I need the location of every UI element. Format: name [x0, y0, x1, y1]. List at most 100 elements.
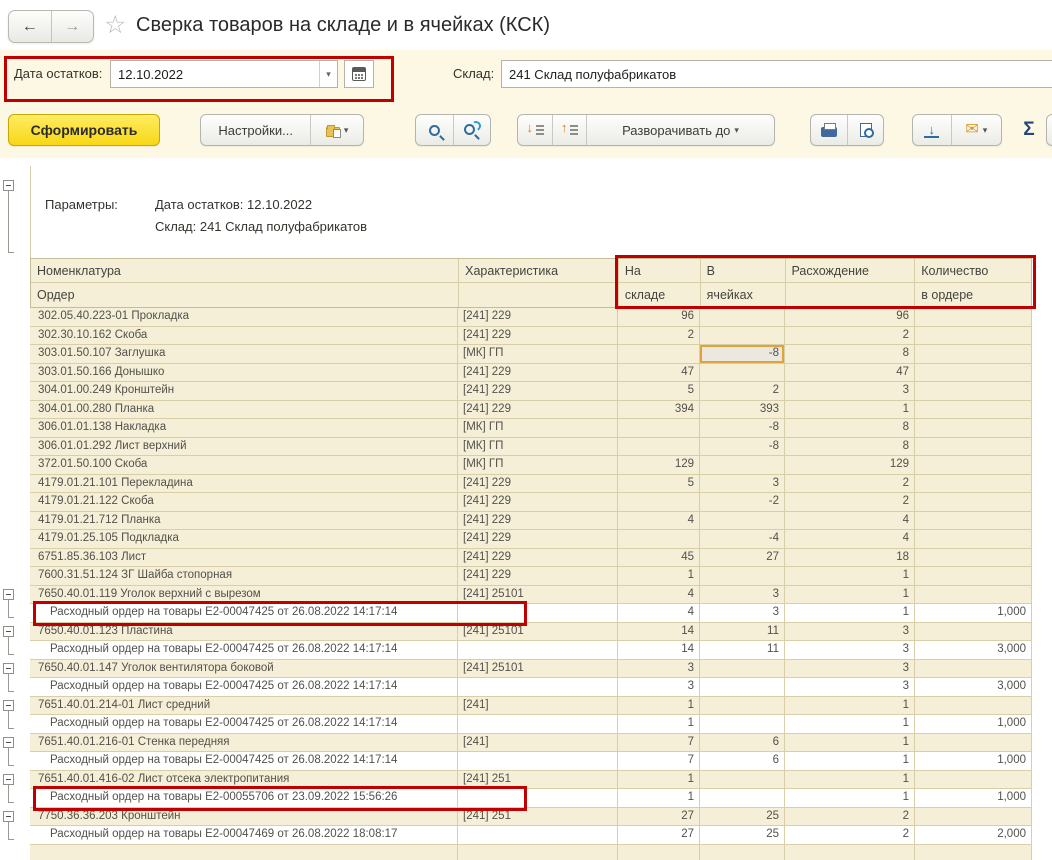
nomenclature-row[interactable]: 7650.40.01.147 Уголок вентилятора боково… — [30, 660, 1032, 679]
cell-char[interactable]: [241] — [458, 734, 618, 753]
cell-name[interactable]: 4179.01.21.101 Перекладина — [30, 475, 458, 494]
cell-qty[interactable] — [915, 808, 1032, 827]
cell-qty[interactable] — [915, 475, 1032, 494]
cell-char[interactable]: [241] 229 — [458, 475, 618, 494]
cell-qty[interactable] — [915, 845, 1032, 860]
nomenclature-row[interactable]: 7600.31.51.124 ЗГ Шайба стопорная[241] 2… — [30, 567, 1032, 586]
cell-cells[interactable]: 2 — [700, 382, 785, 401]
cell-char[interactable]: [241] 229 — [458, 549, 618, 568]
cell-name[interactable]: 303.01.50.107 Заглушка — [30, 345, 458, 364]
cell-qty[interactable] — [915, 456, 1032, 475]
settings-button[interactable]: Настройки... — [201, 115, 310, 145]
cell-qty[interactable] — [915, 327, 1032, 346]
cell-char[interactable] — [458, 641, 618, 660]
nomenclature-row[interactable]: 7651.40.01.416-02 Лист отсека электропит… — [30, 771, 1032, 790]
generate-button[interactable]: Сформировать — [8, 114, 160, 146]
cell-diff[interactable]: 1 — [785, 734, 915, 753]
cell-char[interactable]: [241] — [458, 697, 618, 716]
cell-diff[interactable]: 3 — [785, 678, 915, 697]
back-button[interactable]: ← — [9, 11, 52, 42]
column-header-characteristic[interactable]: Характеристика — [458, 259, 618, 282]
cell-diff[interactable]: 96 — [785, 308, 915, 327]
cell-cells[interactable]: -4 — [700, 530, 785, 549]
cell-name[interactable]: 7750.36.36.203 Кронштейн — [30, 808, 458, 827]
cell-name[interactable]: 302.30.10.162 Скоба — [30, 327, 458, 346]
collapse-group-icon[interactable] — [3, 737, 14, 748]
nomenclature-row[interactable]: 306.01.01.292 Лист верхний[МК] ГП-88 — [30, 438, 1032, 457]
cell-char[interactable]: [241] 229 — [458, 364, 618, 383]
cell-stock[interactable]: 45 — [618, 549, 700, 568]
cell-cells[interactable]: 6 — [700, 734, 785, 753]
column-header-order-qty[interactable]: Количество — [914, 259, 1031, 282]
cell-cells[interactable]: 3 — [700, 604, 785, 623]
cell-diff[interactable]: 2 — [785, 808, 915, 827]
cell-diff[interactable]: 1 — [785, 567, 915, 586]
column-header-discrepancy[interactable]: Расхождение — [785, 259, 915, 282]
cell-qty[interactable] — [915, 512, 1032, 531]
column-header-in-cells-2[interactable]: ячейках — [700, 283, 785, 307]
cell-qty[interactable] — [915, 382, 1032, 401]
cell-qty[interactable] — [915, 771, 1032, 790]
cell-qty[interactable]: 3,000 — [915, 678, 1032, 697]
cell-diff[interactable]: 1 — [785, 697, 915, 716]
cell-stock[interactable] — [618, 345, 700, 364]
cell-char[interactable]: [241] 25101 — [458, 660, 618, 679]
cell-diff[interactable]: 47 — [785, 364, 915, 383]
cell-name[interactable]: 302.05.40.223-01 Прокладка — [30, 308, 458, 327]
date-dropdown-button[interactable]: ▾ — [319, 61, 337, 87]
cell-name[interactable]: 4179.01.25.105 Подкладка — [30, 530, 458, 549]
column-header-in-cells[interactable]: В — [700, 259, 785, 282]
collapse-all-button[interactable]: ↓ — [518, 115, 552, 145]
column-header-in-stock-2[interactable]: складе — [618, 283, 700, 307]
collapse-group-icon[interactable] — [3, 663, 14, 674]
cell-name[interactable]: Расходный ордер на товары Е2-00055706 от… — [30, 789, 458, 808]
cell-cells[interactable] — [700, 308, 785, 327]
nomenclature-row[interactable]: 4179.01.21.712 Планка[241] 22944 — [30, 512, 1032, 531]
cell-stock[interactable]: 27 — [618, 826, 700, 845]
cell-char[interactable]: [241] 251 — [458, 808, 618, 827]
cell-diff[interactable]: 18 — [785, 549, 915, 568]
cell-cells[interactable] — [700, 715, 785, 734]
cell-stock[interactable] — [618, 438, 700, 457]
collapse-group-icon[interactable] — [3, 811, 14, 822]
cell-stock[interactable]: 1 — [618, 715, 700, 734]
cell-cells[interactable] — [700, 456, 785, 475]
cell-diff[interactable]: 1 — [785, 604, 915, 623]
cell-stock[interactable]: 1 — [618, 567, 700, 586]
cell-char[interactable]: [241] 229 — [458, 493, 618, 512]
nomenclature-row[interactable]: 7650.40.01.123 Пластина[241] 2510114113 — [30, 623, 1032, 642]
email-button[interactable]: ✉ ▾ — [951, 115, 1001, 145]
nomenclature-row[interactable]: 7650.40.01.119 Уголок верхний с вырезом[… — [30, 586, 1032, 605]
cell-name[interactable]: 7650.40.01.147 Уголок вентилятора боково… — [30, 660, 458, 679]
cell-char[interactable]: [МК] ГП — [458, 456, 618, 475]
cell-name[interactable]: 7651.40.01.416-02 Лист отсека электропит… — [30, 771, 458, 790]
cell-cells[interactable] — [700, 660, 785, 679]
cell-char[interactable]: [241] 229 — [458, 530, 618, 549]
cell-cells[interactable]: -8 — [700, 438, 785, 457]
cell-diff[interactable] — [785, 845, 915, 860]
column-header-nomenclature[interactable]: Номенклатура — [31, 259, 458, 282]
collapse-group-icon[interactable] — [3, 589, 14, 600]
cell-stock[interactable]: 7 — [618, 734, 700, 753]
cell-qty[interactable] — [915, 530, 1032, 549]
cell-qty[interactable] — [915, 660, 1032, 679]
order-detail-row[interactable]: Расходный ордер на товары Е2-00047425 от… — [30, 752, 1032, 771]
cell-char[interactable]: [241] 229 — [458, 382, 618, 401]
cell-char[interactable]: [241] 229 — [458, 567, 618, 586]
nomenclature-row[interactable]: 303.01.50.166 Донышко[241] 2294747 — [30, 364, 1032, 383]
cell-stock[interactable]: 2 — [618, 327, 700, 346]
cell-diff[interactable]: 2 — [785, 493, 915, 512]
cell-name[interactable]: 303.01.50.166 Донышко — [30, 364, 458, 383]
nomenclature-row[interactable]: 4179.01.21.101 Перекладина[241] 229532 — [30, 475, 1032, 494]
cell-diff[interactable]: 2 — [785, 475, 915, 494]
cell-char[interactable]: [241] 251 — [458, 771, 618, 790]
cell-stock[interactable]: 394 — [618, 401, 700, 420]
cell-name[interactable]: 306.01.01.138 Накладка — [30, 419, 458, 438]
cell-char[interactable] — [458, 752, 618, 771]
cell-stock[interactable]: 1 — [618, 789, 700, 808]
cell-diff[interactable]: 1 — [785, 771, 915, 790]
cell-char[interactable] — [458, 845, 618, 860]
nomenclature-row[interactable]: 372.01.50.100 Скоба[МК] ГП129129 — [30, 456, 1032, 475]
cell-qty[interactable] — [915, 308, 1032, 327]
cell-diff[interactable]: 8 — [785, 345, 915, 364]
